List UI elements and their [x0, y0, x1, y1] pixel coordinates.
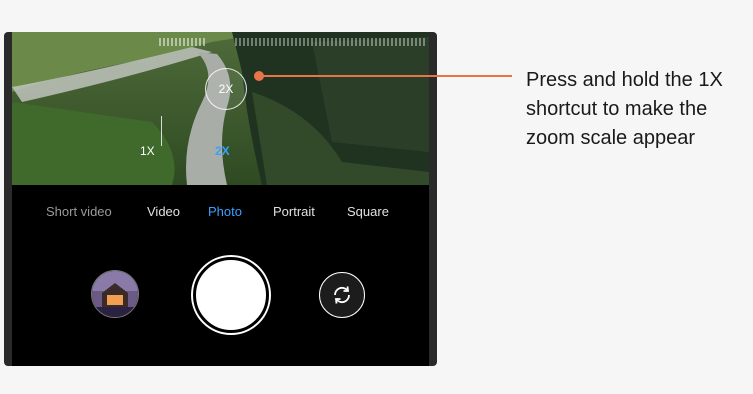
callout-line — [262, 75, 512, 77]
camera-viewfinder[interactable]: 2X 1X 2X — [12, 32, 429, 185]
zoom-needle — [161, 116, 162, 146]
callout-text: Press and hold the 1X shortcut to make t… — [526, 69, 723, 149]
phone-frame: 2X 1X 2X Short video Video Photo Portrai… — [4, 32, 437, 366]
camera-screen: 2X 1X 2X Short video Video Photo Portrai… — [12, 32, 429, 366]
switch-camera-button[interactable] — [319, 272, 365, 318]
camera-mode-bar: Short video Video Photo Portrait Square — [12, 204, 429, 224]
zoom-scale-2x-label: 2X — [215, 144, 230, 158]
mode-short-video[interactable]: Short video — [46, 204, 112, 219]
gallery-thumbnail[interactable] — [91, 270, 139, 318]
zoom-scale-1x-label: 1X — [140, 144, 155, 158]
gallery-thumbnail-image — [92, 271, 138, 317]
shutter-button[interactable] — [193, 257, 269, 333]
zoom-scale[interactable] — [12, 32, 429, 54]
switch-camera-icon — [334, 286, 350, 304]
zoom-level-bubble[interactable]: 2X — [205, 68, 247, 110]
mode-portrait[interactable]: Portrait — [273, 204, 315, 219]
mode-square[interactable]: Square — [347, 204, 389, 219]
mode-photo[interactable]: Photo — [208, 204, 242, 219]
mode-video[interactable]: Video — [147, 204, 180, 219]
